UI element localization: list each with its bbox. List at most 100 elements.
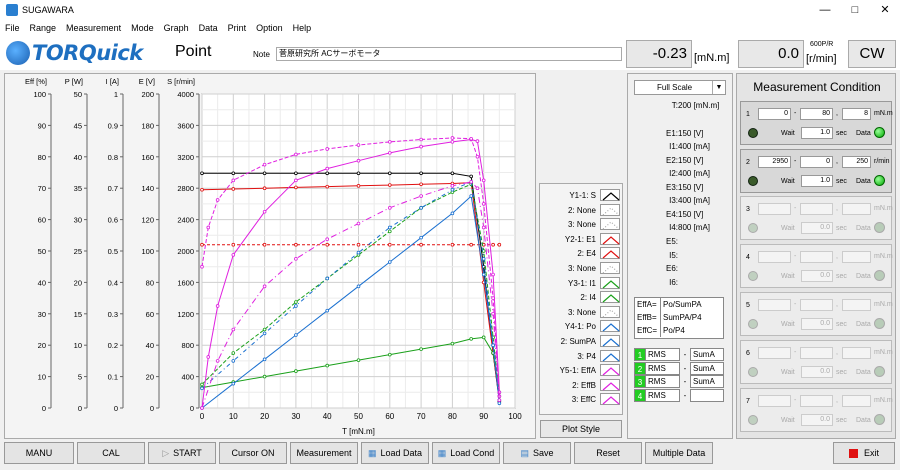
legend-swatch[interactable]: [600, 276, 620, 289]
legend-swatch[interactable]: [600, 218, 620, 231]
legend-swatch[interactable]: [600, 349, 620, 362]
condition-start-field[interactable]: [758, 395, 791, 407]
efficiency-formula[interactable]: SumPA/P4: [660, 311, 723, 324]
data-toggle-icon[interactable]: [874, 222, 885, 233]
menu-measurement[interactable]: Measurement: [61, 23, 126, 33]
legend-item[interactable]: 2: E4: [540, 247, 624, 260]
cal-button[interactable]: CAL: [77, 442, 145, 464]
condition-step-field[interactable]: [842, 299, 871, 311]
condition-start-field[interactable]: [758, 251, 791, 263]
condition-step-field[interactable]: [842, 251, 871, 263]
legend-swatch[interactable]: [600, 335, 620, 347]
legend-swatch[interactable]: [600, 320, 620, 333]
condition-step-field[interactable]: 8: [842, 108, 871, 120]
condition-start-field[interactable]: [758, 299, 791, 311]
condition-end-field[interactable]: 80: [800, 108, 833, 120]
data-toggle-icon[interactable]: [874, 127, 885, 138]
channel-number[interactable]: 2: [634, 361, 646, 375]
cursor-button[interactable]: Cursor ON: [219, 442, 287, 464]
legend-swatch[interactable]: [600, 305, 620, 318]
legend-item[interactable]: Y4-1: Po: [540, 320, 624, 333]
reset-button[interactable]: Reset: [574, 442, 642, 464]
menu-range[interactable]: Range: [25, 23, 62, 33]
condition-step-field[interactable]: [842, 395, 871, 407]
legend-item[interactable]: Y5-1: EffA: [540, 364, 624, 377]
minimize-icon[interactable]: —: [810, 0, 840, 20]
legend-item[interactable]: 3: None: [540, 262, 624, 275]
channel-number[interactable]: 3: [634, 375, 646, 389]
start-button[interactable]: ▷ START: [148, 442, 216, 464]
legend-item[interactable]: 3: None: [540, 305, 624, 319]
channel-mode[interactable]: RMS: [646, 361, 680, 375]
condition-end-field[interactable]: [800, 251, 833, 263]
legend-swatch[interactable]: [600, 247, 620, 260]
channel-number[interactable]: 1: [634, 348, 646, 362]
legend-item[interactable]: 3: P4: [540, 349, 624, 363]
channel-sum[interactable]: SumA: [690, 375, 724, 389]
legend-swatch[interactable]: [600, 364, 620, 377]
legend-item[interactable]: Y1-1: S: [540, 189, 624, 202]
efficiency-formula[interactable]: Po/SumPA: [660, 298, 723, 311]
legend-swatch[interactable]: [600, 393, 620, 406]
data-toggle-icon[interactable]: [874, 366, 885, 377]
menu-graph[interactable]: Graph: [159, 23, 194, 33]
wait-field[interactable]: 1.0: [801, 175, 833, 187]
legend-item[interactable]: 3: None: [540, 218, 624, 231]
maximize-icon[interactable]: □: [840, 0, 870, 20]
wait-field[interactable]: 1.0: [801, 127, 833, 139]
legend-item[interactable]: 3: EffC: [540, 393, 624, 406]
legend-item[interactable]: 2: SumPA: [540, 335, 624, 348]
condition-start-field[interactable]: 0: [758, 108, 791, 120]
menu-file[interactable]: File: [0, 23, 25, 33]
condition-start-field[interactable]: 2950: [758, 156, 791, 168]
legend-item[interactable]: 2: I4: [540, 291, 624, 304]
legend-swatch[interactable]: [600, 378, 620, 391]
scale-select[interactable]: Full Scale ▼: [634, 80, 726, 95]
channel-mode[interactable]: RMS: [646, 375, 680, 389]
menu-help[interactable]: Help: [288, 23, 317, 33]
wait-field[interactable]: 0.0: [801, 318, 833, 330]
legend-swatch[interactable]: [600, 189, 620, 201]
save-button[interactable]: ▤ Save: [503, 442, 571, 464]
legend-swatch[interactable]: [600, 232, 620, 245]
condition-step-field[interactable]: [842, 203, 871, 215]
measurement-button[interactable]: Measurement: [290, 442, 358, 464]
wait-field[interactable]: 0.0: [801, 366, 833, 378]
multiple-data-button[interactable]: Multiple Data: [645, 442, 713, 464]
data-toggle-icon[interactable]: [874, 270, 885, 281]
condition-end-field[interactable]: 0: [800, 156, 833, 168]
wait-field[interactable]: 0.0: [801, 270, 833, 282]
menu-option[interactable]: Option: [251, 23, 288, 33]
wait-field[interactable]: 0.0: [801, 222, 833, 234]
manu-button[interactable]: MANU: [4, 442, 74, 464]
menu-data[interactable]: Data: [194, 23, 223, 33]
data-toggle-icon[interactable]: [874, 318, 885, 329]
channel-mode[interactable]: RMS: [646, 348, 680, 362]
plot-style-button[interactable]: Plot Style: [540, 420, 622, 438]
load-cond-button[interactable]: ▦ Load Cond: [432, 442, 500, 464]
legend-item[interactable]: 2: EffB: [540, 378, 624, 392]
legend-item[interactable]: Y3-1: I1: [540, 276, 624, 290]
channel-number[interactable]: 4: [634, 388, 646, 402]
data-toggle-icon[interactable]: [874, 414, 885, 425]
wait-field[interactable]: 0.0: [801, 414, 833, 426]
channel-sum[interactable]: SumA: [690, 361, 724, 375]
channel-mode[interactable]: RMS: [646, 388, 680, 402]
condition-end-field[interactable]: [800, 347, 833, 359]
condition-start-field[interactable]: [758, 347, 791, 359]
channel-sum[interactable]: SumA: [690, 348, 724, 362]
exit-button[interactable]: Exit: [833, 442, 895, 464]
condition-start-field[interactable]: [758, 203, 791, 215]
condition-end-field[interactable]: [800, 299, 833, 311]
legend-swatch[interactable]: [600, 291, 620, 304]
data-toggle-icon[interactable]: [874, 175, 885, 186]
close-icon[interactable]: ✕: [870, 0, 900, 20]
condition-step-field[interactable]: 250: [842, 156, 871, 168]
load-data-button[interactable]: ▦ Load Data: [361, 442, 429, 464]
chevron-down-icon[interactable]: ▼: [712, 81, 725, 94]
condition-end-field[interactable]: [800, 395, 833, 407]
menu-print[interactable]: Print: [223, 23, 252, 33]
note-field[interactable]: 菅原研究所 ACサーボモータ: [276, 47, 622, 61]
channel-sum[interactable]: [690, 388, 724, 402]
legend-item[interactable]: Y2-1: E1: [540, 232, 624, 246]
